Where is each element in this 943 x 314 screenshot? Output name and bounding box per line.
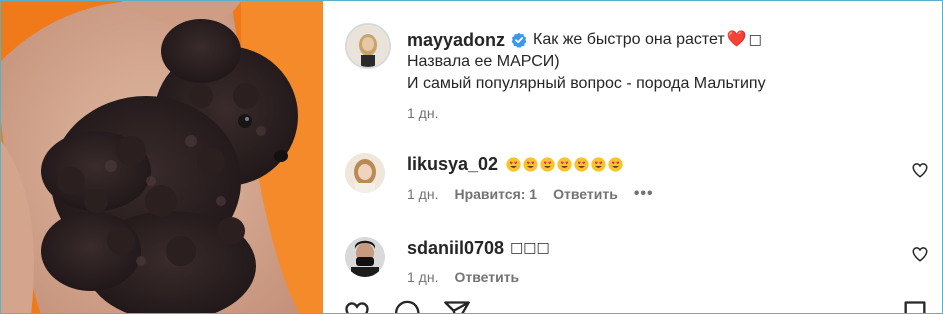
puppy-image — [1, 1, 323, 313]
reply-button[interactable]: Ответить — [454, 269, 519, 285]
action-bar — [343, 299, 942, 313]
comment-time[interactable]: 1 дн. — [407, 186, 438, 202]
owner-post-time[interactable]: 1 дн. — [407, 105, 438, 121]
post-details-pane: mayyadonz Как же быстро она растет ❤️ □ … — [323, 1, 942, 313]
caption-line-1: Как же быстро она растет — [533, 31, 725, 48]
like-heart-icon[interactable] — [911, 245, 929, 263]
commenter-avatar-image — [345, 153, 385, 193]
like-heart-icon[interactable] — [911, 161, 929, 179]
comment-time[interactable]: 1 дн. — [407, 269, 438, 285]
owner-username[interactable]: mayyadonz — [407, 30, 505, 51]
comment-username[interactable]: likusya_02 — [407, 154, 498, 175]
red-heart-emoji: ❤️ — [726, 31, 747, 48]
share-icon[interactable] — [443, 299, 471, 313]
owner-avatar-image — [347, 25, 389, 67]
heart-eyes-emoji-icon — [557, 156, 572, 172]
owner-avatar[interactable] — [345, 23, 391, 69]
comment-icon[interactable] — [393, 299, 421, 313]
reply-button[interactable]: Ответить — [553, 186, 618, 202]
heart-eyes-emoji-icon — [574, 156, 589, 172]
owner-caption-block: mayyadonz Как же быстро она растет ❤️ □ … — [407, 29, 917, 95]
comment-username[interactable]: sdaniil0708 — [407, 238, 504, 259]
heart-eyes-emoji-icon — [523, 156, 538, 172]
more-options-icon[interactable]: ••• — [634, 185, 654, 203]
caption-unknown-glyph: □ — [748, 32, 762, 48]
verified-badge-icon — [511, 32, 527, 48]
heart-eyes-emoji-icon — [608, 156, 623, 172]
caption-line-2: Назвала ее МАРСИ) — [407, 53, 560, 70]
comment-likes[interactable]: Нравится: 1 — [454, 186, 537, 202]
heart-eyes-emoji-icon — [591, 156, 606, 172]
commenter-avatar-image — [345, 237, 385, 277]
emoji-row — [506, 156, 623, 172]
post-photo[interactable] — [1, 1, 323, 313]
heart-icon[interactable] — [343, 299, 371, 313]
comment-avatar[interactable] — [345, 153, 385, 193]
heart-eyes-emoji-icon — [540, 156, 555, 172]
comment-avatar[interactable] — [345, 237, 385, 277]
comment-text: □□□ — [510, 240, 550, 256]
bookmark-icon[interactable] — [901, 299, 929, 313]
heart-eyes-emoji-icon — [506, 156, 521, 172]
caption-line-3: И самый популярный вопрос - порода Мальт… — [407, 75, 766, 92]
instagram-post-frame: mayyadonz Как же быстро она растет ❤️ □ … — [0, 0, 943, 314]
